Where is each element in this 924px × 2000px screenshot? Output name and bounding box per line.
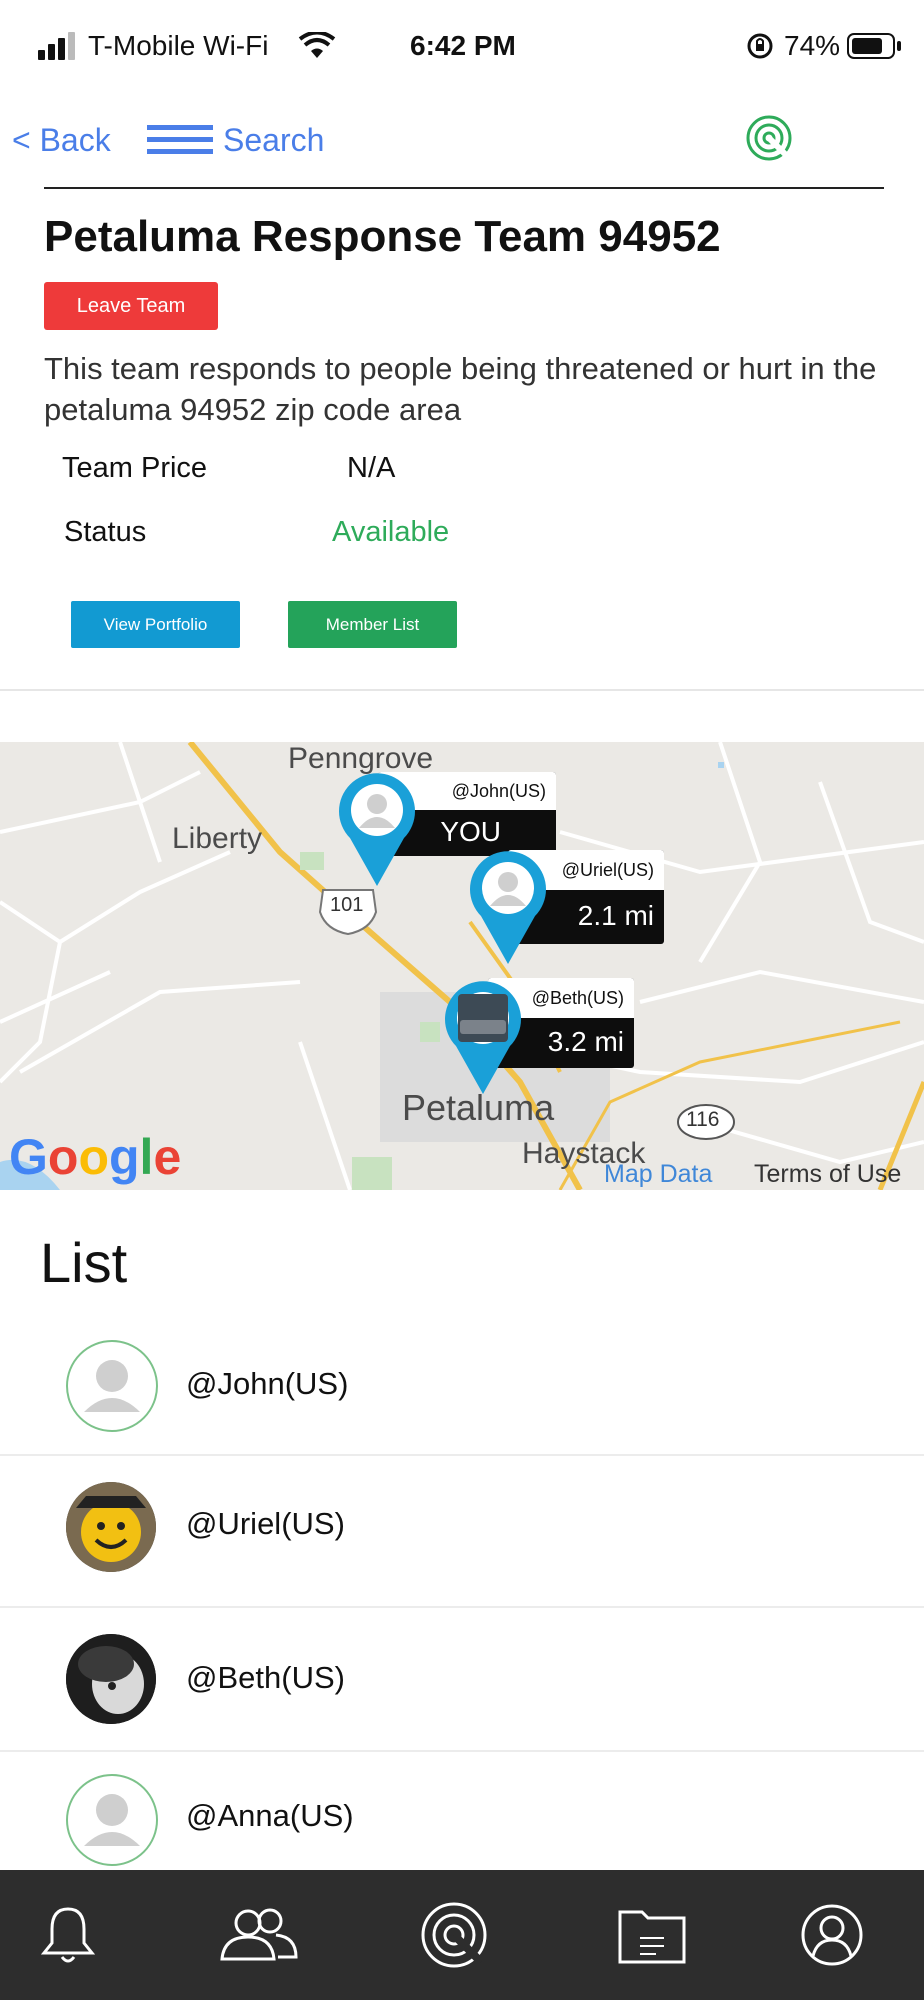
header-divider xyxy=(44,187,884,189)
row-divider xyxy=(0,1750,924,1752)
tab-notifications[interactable] xyxy=(8,1870,128,2000)
highway-label-101: 101 xyxy=(330,894,364,916)
tab-teams[interactable] xyxy=(198,1870,318,2000)
list-item[interactable]: @Anna(US) xyxy=(0,1774,924,1870)
avatar xyxy=(66,1482,156,1572)
view-portfolio-button[interactable]: View Portfolio xyxy=(71,601,240,648)
team-title: Petaluma Response Team 94952 xyxy=(44,212,721,261)
search-button[interactable]: Search xyxy=(223,122,324,159)
orientation-lock-icon xyxy=(747,33,773,59)
map-pin-uriel[interactable] xyxy=(467,848,549,966)
map-pin-john[interactable] xyxy=(336,770,418,888)
tab-radar[interactable] xyxy=(394,1870,514,2000)
map-pin-beth[interactable] xyxy=(442,978,524,1096)
team-description: This team responds to people being threa… xyxy=(44,351,877,427)
wifi-icon xyxy=(298,32,336,58)
avatar xyxy=(66,1340,158,1432)
radar-logo-icon[interactable] xyxy=(744,113,794,163)
member-name: @Uriel(US) xyxy=(186,1506,345,1541)
team-price-label: Team Price xyxy=(62,452,208,484)
list-title: List xyxy=(40,1231,128,1294)
status-bar: T-Mobile Wi-Fi 6:42 PM 74% xyxy=(0,0,924,92)
status-label: Status xyxy=(64,516,147,548)
member-name: @Beth(US) xyxy=(186,1660,345,1695)
bell-icon xyxy=(40,1907,96,1963)
carrier-label: T-Mobile Wi-Fi xyxy=(88,30,269,61)
tab-bar xyxy=(0,1870,924,2000)
callout-value: 2.1 mi xyxy=(577,900,654,931)
profile-icon xyxy=(801,1904,863,1966)
list-item[interactable]: @Beth(US) xyxy=(0,1634,924,1750)
hamburger-icon[interactable] xyxy=(147,125,213,155)
map-data-link[interactable]: Map Data xyxy=(604,1160,712,1189)
map-place-liberty: Liberty xyxy=(172,822,263,855)
list-item[interactable]: @Uriel(US) xyxy=(0,1482,924,1606)
back-button[interactable]: < Back xyxy=(12,122,111,159)
signal-icon xyxy=(38,32,75,60)
clock: 6:42 PM xyxy=(410,30,516,61)
tab-files[interactable] xyxy=(592,1870,712,2000)
member-list-button[interactable]: Member List xyxy=(288,601,457,648)
team-price-value: N/A xyxy=(347,452,396,484)
highway-label-116: 116 xyxy=(686,1108,720,1131)
row-divider xyxy=(0,1606,924,1608)
row-divider xyxy=(0,1454,924,1456)
member-name: @Anna(US) xyxy=(186,1798,354,1833)
avatar xyxy=(66,1774,158,1866)
battery-percent: 74% xyxy=(784,30,841,61)
member-name: @John(US) xyxy=(186,1366,349,1401)
folder-icon xyxy=(618,1910,686,1964)
leave-team-button[interactable]: Leave Team xyxy=(44,282,218,330)
people-icon xyxy=(220,1908,298,1961)
status-value: Available xyxy=(332,516,450,548)
radar-icon xyxy=(421,1902,487,1968)
google-attribution: Google xyxy=(9,1129,182,1185)
terms-of-use-link[interactable]: Terms of Use xyxy=(754,1160,901,1189)
tab-profile[interactable] xyxy=(772,1870,892,2000)
callout-value: 3.2 mi xyxy=(547,1026,624,1057)
section-divider xyxy=(0,689,924,691)
callout-value: YOU xyxy=(440,816,501,847)
battery-icon xyxy=(847,33,901,59)
list-item[interactable]: @John(US) xyxy=(0,1340,924,1454)
team-map[interactable]: Penngrove Liberty Petaluma Haystack 101 … xyxy=(0,742,924,1190)
avatar xyxy=(66,1634,156,1724)
